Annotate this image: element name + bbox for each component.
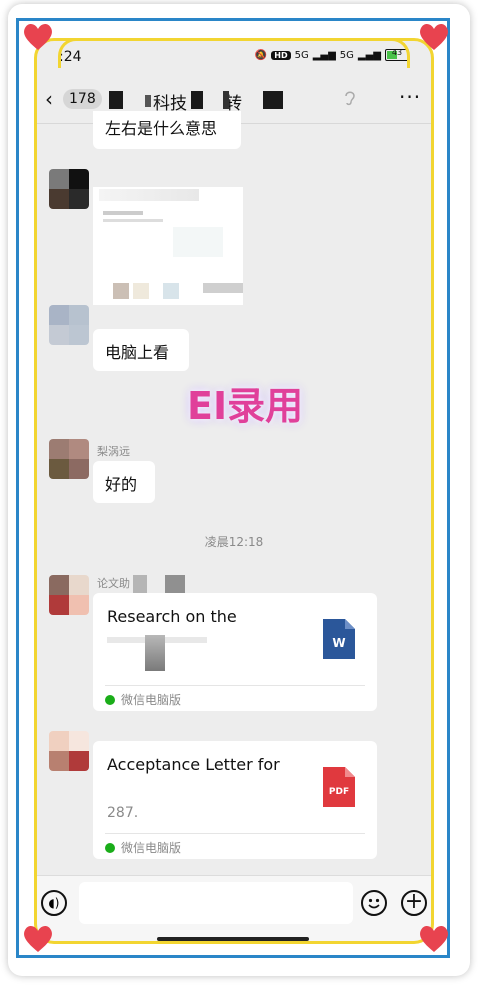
heart-icon bbox=[418, 924, 450, 954]
heart-icon bbox=[418, 22, 450, 52]
yellow-decorative-notch bbox=[58, 38, 410, 68]
heart-icon bbox=[22, 924, 54, 954]
yellow-decorative-frame bbox=[34, 38, 434, 944]
heart-icon bbox=[22, 22, 54, 52]
